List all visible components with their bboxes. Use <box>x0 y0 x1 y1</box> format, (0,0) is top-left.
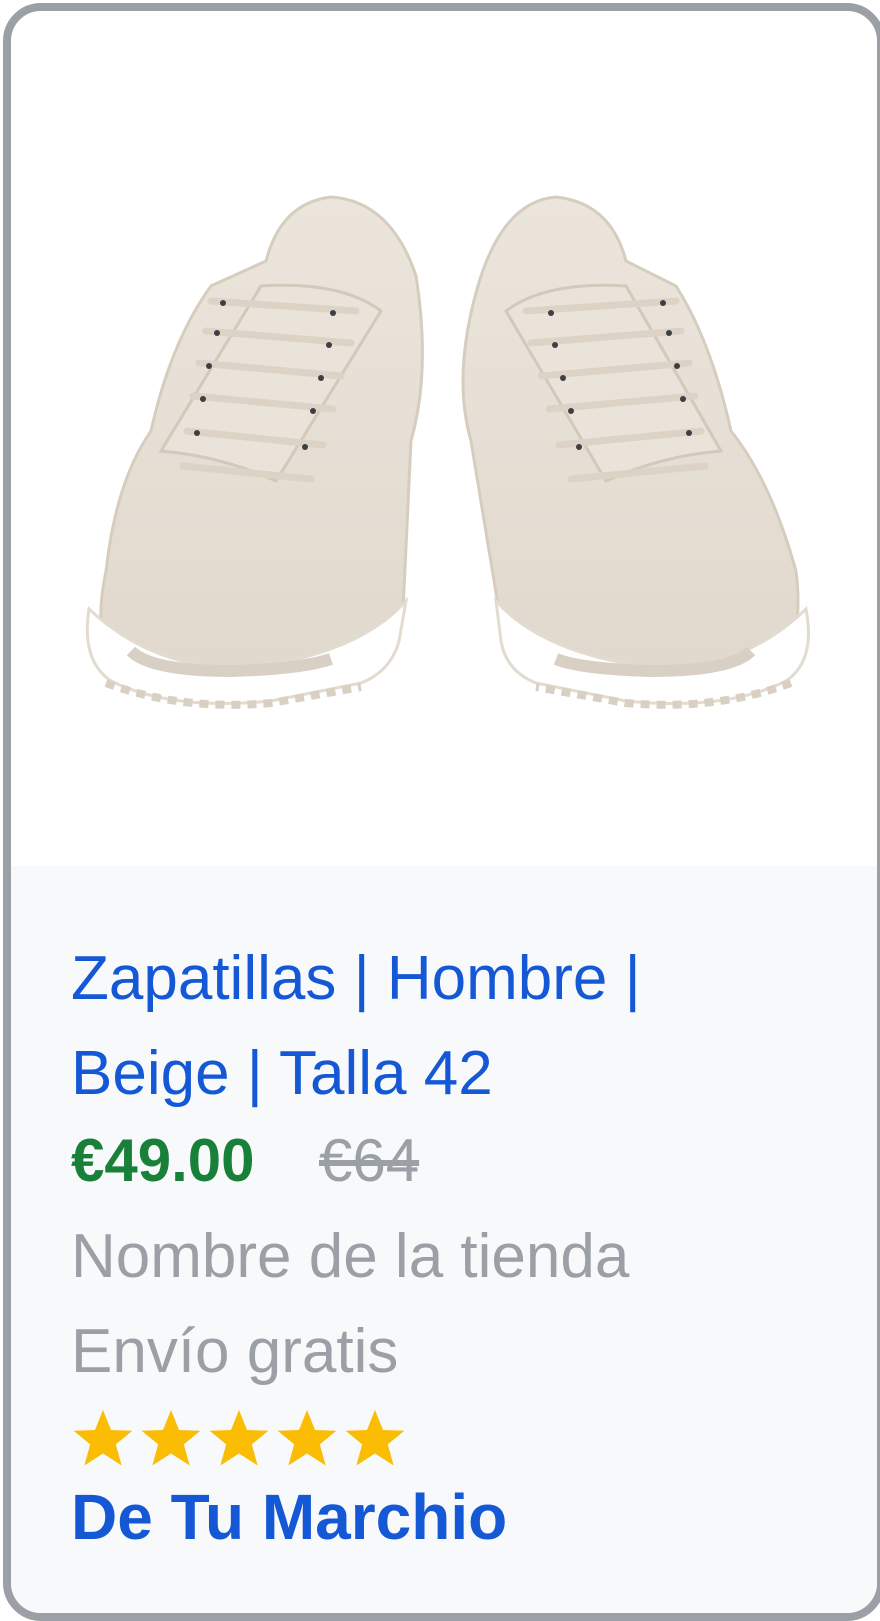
star-icon <box>141 1410 201 1466</box>
star-icon <box>277 1410 337 1466</box>
product-image[interactable] <box>11 11 877 866</box>
brand-link[interactable]: De Tu Marchio <box>71 1480 507 1554</box>
right-shoe <box>461 195 810 709</box>
price-row: €49.00 €64 <box>71 1126 419 1206</box>
product-title[interactable]: Zapatillas | Hombre | Beige | Talla 42 <box>71 931 791 1121</box>
product-title-line-2[interactable]: Beige | Talla 42 <box>71 1026 791 1121</box>
product-card[interactable]: Zapatillas | Hombre | Beige | Talla 42 €… <box>3 3 880 1621</box>
store-name: Nombre de la tienda <box>71 1222 630 1291</box>
star-icon <box>345 1410 405 1466</box>
original-price: €64 <box>318 1127 420 1194</box>
product-info: Zapatillas | Hombre | Beige | Talla 42 €… <box>11 866 877 1613</box>
product-title-line-1[interactable]: Zapatillas | Hombre | <box>71 931 791 1026</box>
star-icon <box>73 1410 133 1466</box>
sneakers-image <box>85 195 810 709</box>
rating-stars <box>71 1406 407 1470</box>
shipping-info: Envío gratis <box>71 1317 399 1386</box>
left-shoe <box>85 195 424 709</box>
star-icon <box>209 1410 269 1466</box>
sale-price: €49.00 <box>71 1127 255 1194</box>
